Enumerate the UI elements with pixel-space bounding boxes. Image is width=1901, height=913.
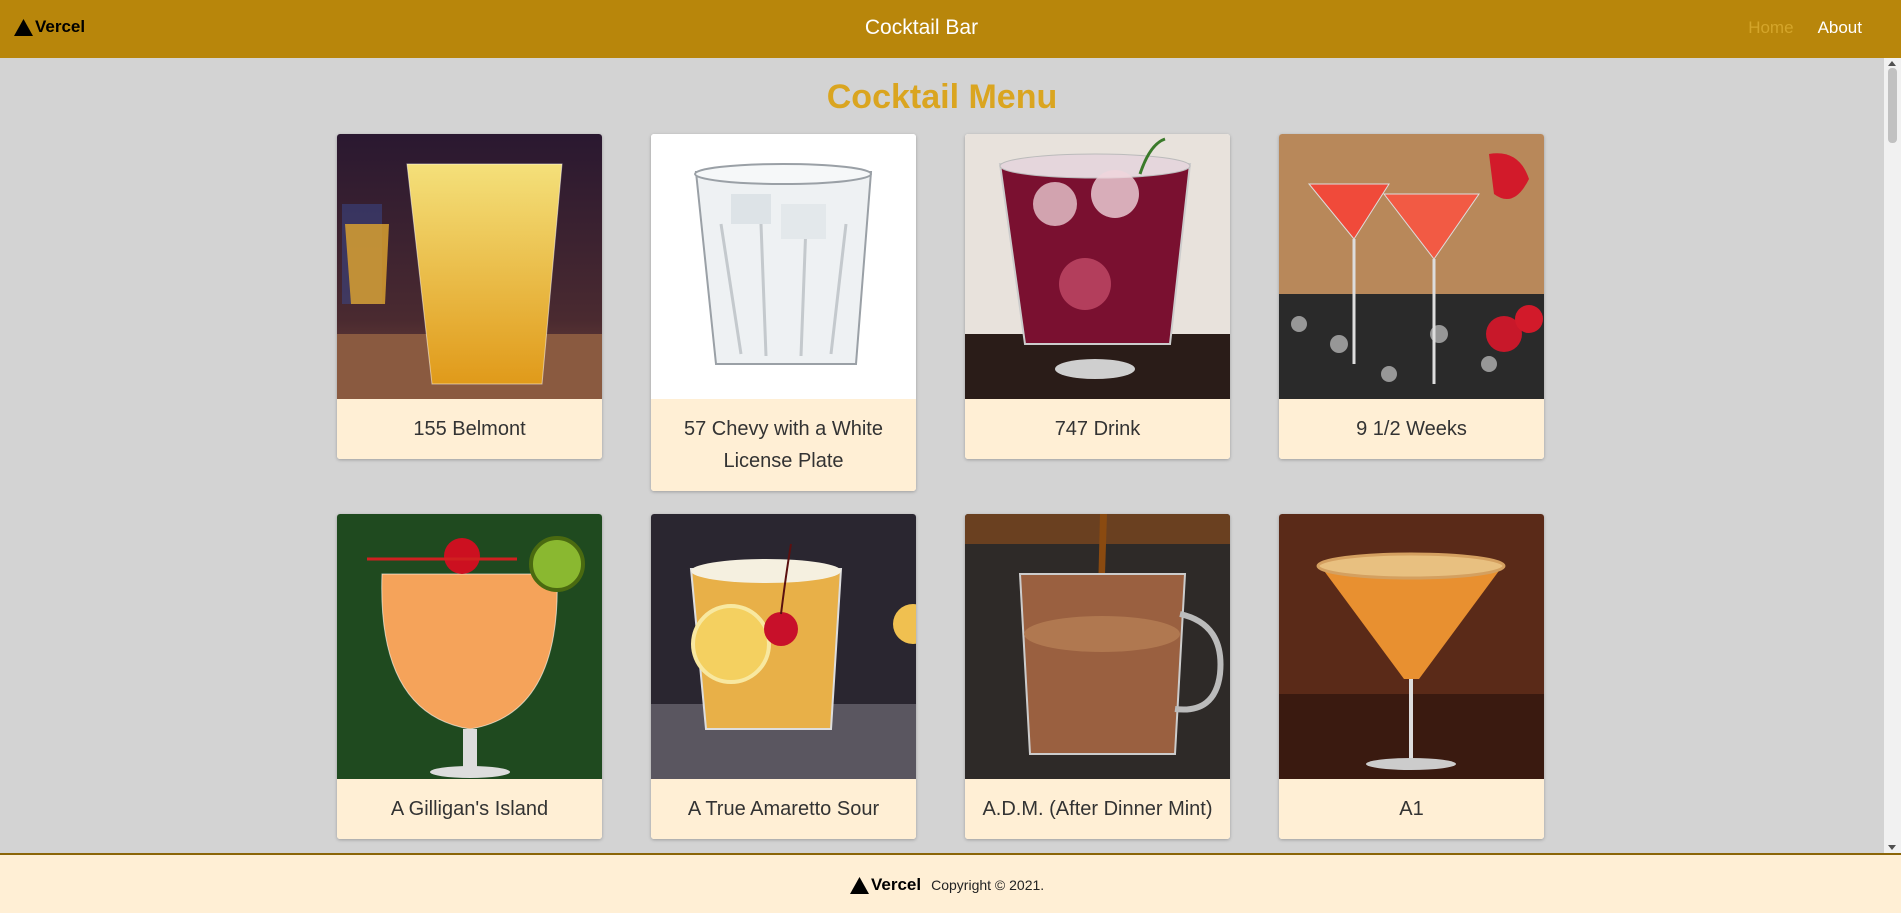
scroll-down-arrow-icon[interactable] <box>1888 845 1896 850</box>
cocktail-card[interactable]: 747 Drink <box>965 134 1230 459</box>
app-title: Cocktail Bar <box>864 16 979 39</box>
cocktail-name: A Gilligan's Island <box>337 779 602 839</box>
cocktail-image <box>1279 134 1544 399</box>
page-title: Cocktail Menu <box>826 78 1058 116</box>
cocktail-image <box>337 134 602 399</box>
cocktail-card[interactable]: A Gilligan's Island <box>337 514 602 839</box>
scroll-up-arrow-icon[interactable] <box>1888 61 1896 66</box>
cocktail-card[interactable]: 155 Belmont <box>337 134 602 459</box>
cocktail-card[interactable]: A.D.M. (After Dinner Mint) <box>965 514 1230 839</box>
cocktail-name: A True Amaretto Sour <box>651 779 916 839</box>
cocktail-card[interactable]: 57 Chevy with a White License Plate <box>651 134 916 491</box>
cocktail-card[interactable]: A True Amaretto Sour <box>651 514 916 839</box>
cocktail-image <box>337 514 602 779</box>
navbar: Vercel Cocktail Bar Home About <box>0 0 1901 58</box>
cocktail-name: 57 Chevy with a White License Plate <box>651 399 916 491</box>
cocktail-card[interactable]: A1 <box>1279 514 1544 839</box>
cocktail-name: 747 Drink <box>965 399 1230 459</box>
cocktail-image <box>651 514 916 779</box>
copyright-text: Copyright © 2021. <box>931 877 1045 893</box>
nav-links: Home About <box>1748 18 1862 38</box>
triangle-icon <box>850 876 869 894</box>
cocktail-name: A1 <box>1279 779 1544 839</box>
cocktail-name: 155 Belmont <box>337 399 602 459</box>
nav-link-about[interactable]: About <box>1818 18 1862 38</box>
cocktail-name: A.D.M. (After Dinner Mint) <box>965 779 1230 839</box>
vertical-scrollbar[interactable] <box>1884 58 1901 853</box>
cocktail-name: 9 1/2 Weeks <box>1279 399 1544 459</box>
cocktail-image <box>965 134 1230 399</box>
cocktail-card[interactable]: 9 1/2 Weeks <box>1279 134 1544 459</box>
footer-vercel-logo[interactable]: Vercel <box>850 875 921 895</box>
cocktail-image <box>965 514 1230 779</box>
scroll-thumb[interactable] <box>1888 68 1897 143</box>
nav-link-home[interactable]: Home <box>1748 18 1793 38</box>
footer-content: Vercel Copyright © 2021. <box>850 875 1044 895</box>
cocktail-image <box>651 134 916 399</box>
cocktail-image <box>1279 514 1544 779</box>
footer-brand-label: Vercel <box>871 875 922 894</box>
main-content[interactable]: Cocktail Menu 155 Belmont 57 Chevy with … <box>0 58 1884 853</box>
footer: Vercel Copyright © 2021. <box>0 853 1901 913</box>
